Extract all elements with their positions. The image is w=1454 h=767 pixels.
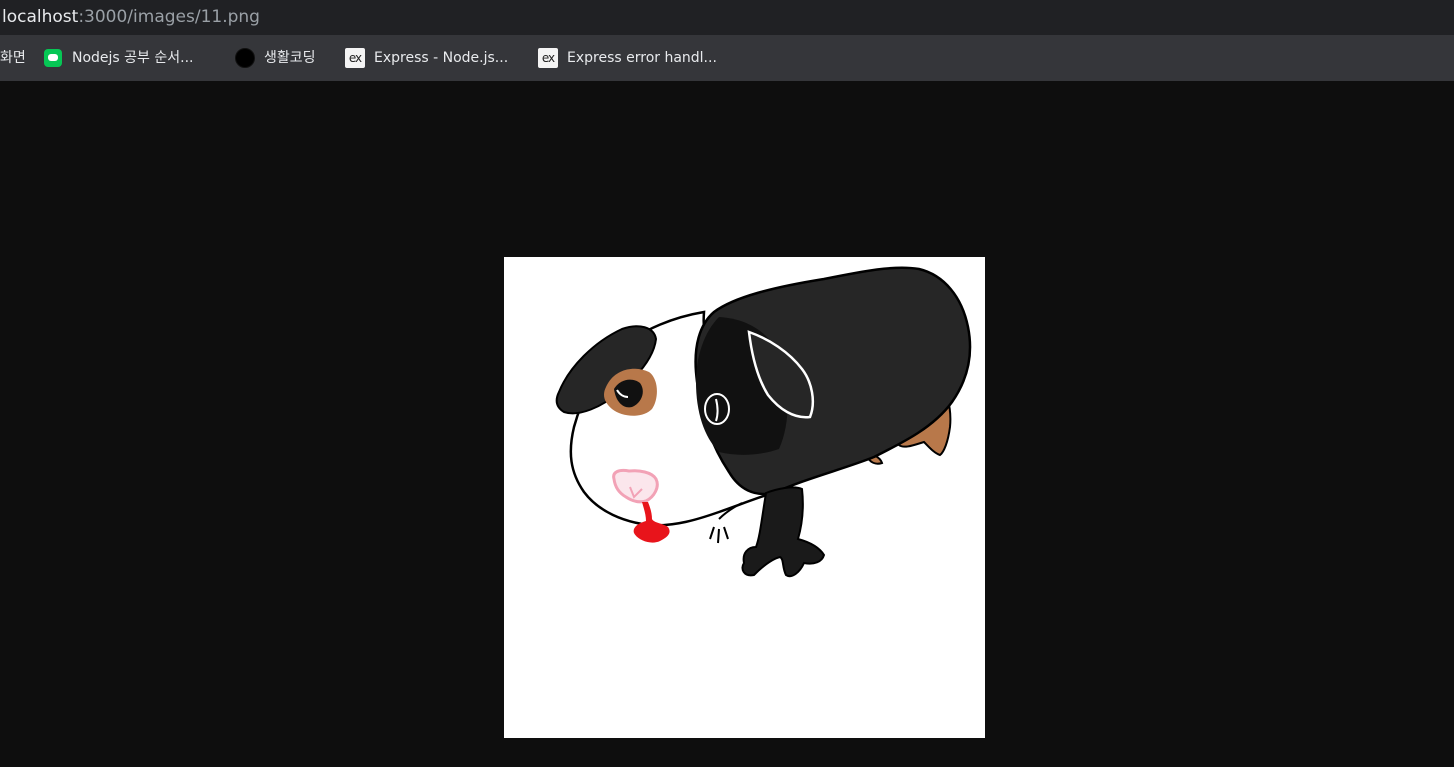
express-ex-icon: ex bbox=[538, 48, 558, 68]
bookmark-label: Express - Node.js... bbox=[374, 50, 509, 66]
displayed-image[interactable] bbox=[504, 257, 985, 738]
black-circle-icon bbox=[235, 48, 255, 68]
url-host: localhost bbox=[2, 7, 79, 27]
bookmark-item-screen[interactable]: 화면 bbox=[0, 35, 26, 81]
guinea-pig-drawing bbox=[504, 257, 985, 738]
address-bar[interactable]: localhost:3000/images/11.png bbox=[0, 0, 1454, 35]
bookmark-label: Nodejs 공부 순서... bbox=[72, 50, 194, 66]
bookmarks-bar: 화면 Nodejs 공부 순서... 생활코딩 ex Express - Nod… bbox=[0, 35, 1454, 81]
bookmark-item-express-node[interactable]: ex Express - Node.js... bbox=[345, 35, 508, 81]
bookmark-label: 생활코딩 bbox=[264, 50, 316, 66]
line-chat-icon bbox=[43, 48, 63, 68]
bookmark-label: Express error handl... bbox=[567, 50, 717, 66]
url-path: :3000/images/11.png bbox=[78, 7, 260, 27]
bookmark-item-opentutorials[interactable]: 생활코딩 bbox=[235, 35, 316, 81]
bookmark-item-nodejs[interactable]: Nodejs 공부 순서... bbox=[43, 35, 194, 81]
bookmark-item-express-error[interactable]: ex Express error handl... bbox=[538, 35, 717, 81]
bookmark-label: 화면 bbox=[0, 50, 26, 66]
express-ex-icon: ex bbox=[345, 48, 365, 68]
